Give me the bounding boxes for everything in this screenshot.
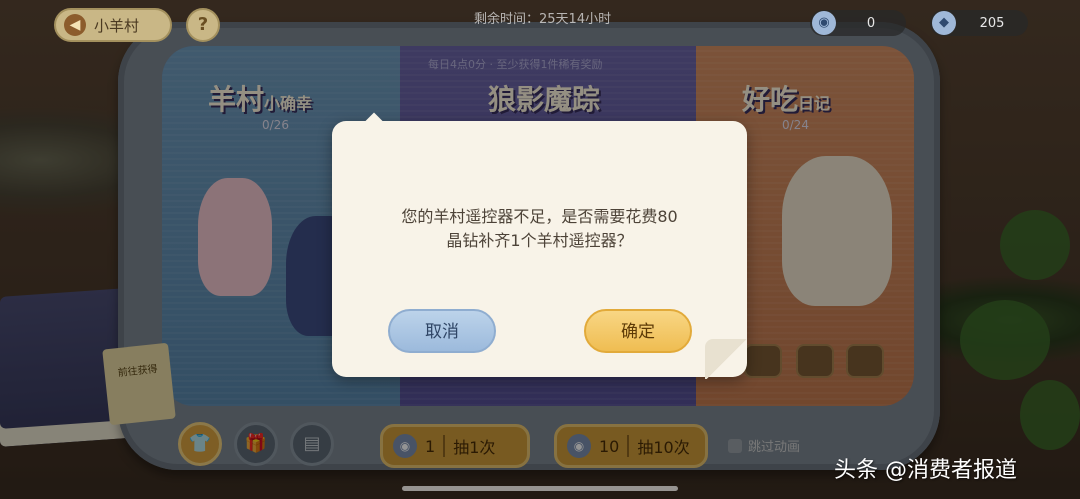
event-timer: 剩余时间：25天14小时 — [474, 12, 612, 27]
crystal-icon: ◆ — [932, 11, 956, 35]
cancel-button[interactable]: 取消 — [388, 309, 496, 353]
arrow-left-icon: ◀ — [64, 14, 86, 36]
dialog-message: 您的羊村遥控器不足，是否需要花费80 晶钻补齐1个羊村遥控器？ — [332, 205, 747, 253]
remote-counter[interactable]: ◉ 0 — [810, 10, 906, 36]
help-button[interactable]: ? — [186, 8, 220, 42]
watermark: 头条 @消费者报道 — [834, 458, 1017, 483]
home-indicator[interactable] — [402, 486, 678, 491]
dialog-message-line: 您的羊村遥控器不足，是否需要花费80 — [401, 207, 678, 226]
back-label: 小羊村 — [94, 16, 140, 35]
crystal-count: 205 — [979, 15, 1005, 31]
back-button[interactable]: ◀ 小羊村 — [54, 8, 172, 42]
dialog-message-line: 晶钻补齐1个羊村遥控器？ — [446, 231, 633, 250]
dialog-page-curl — [705, 339, 749, 379]
confirm-button[interactable]: 确定 — [584, 309, 692, 353]
remote-icon: ◉ — [812, 11, 836, 35]
remote-count: 0 — [866, 15, 876, 31]
crystal-counter[interactable]: ◆ 205 — [930, 10, 1028, 36]
confirm-dialog: 您的羊村遥控器不足，是否需要花费80 晶钻补齐1个羊村遥控器？ 取消 确定 — [332, 121, 749, 379]
